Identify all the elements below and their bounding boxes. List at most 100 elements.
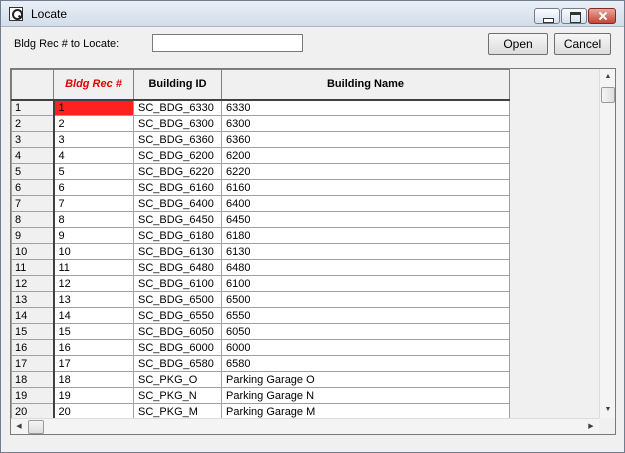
building-name-cell[interactable]: 6000 — [221, 339, 510, 356]
building-name-cell[interactable]: 6400 — [221, 195, 510, 212]
bldg-rec-cell[interactable]: 13 — [53, 291, 134, 308]
bldg-rec-cell[interactable]: 8 — [53, 211, 134, 228]
building-name-cell[interactable]: 6220 — [221, 163, 510, 180]
table-row[interactable]: 16 16 SC_BDG_6000 6000 — [11, 339, 510, 356]
table-row[interactable]: 4 4 SC_BDG_6200 6200 — [11, 147, 510, 164]
building-name-cell[interactable]: 6360 — [221, 131, 510, 148]
table-row[interactable]: 10 10 SC_BDG_6130 6130 — [11, 243, 510, 260]
bldg-rec-cell[interactable]: 1 — [53, 99, 134, 116]
building-name-cell[interactable]: 6330 — [221, 99, 510, 116]
row-number-cell[interactable]: 20 — [11, 403, 55, 418]
row-number-cell[interactable]: 6 — [11, 179, 55, 196]
bldg-rec-cell[interactable]: 6 — [53, 179, 134, 196]
building-id-cell[interactable]: SC_BDG_6550 — [133, 307, 222, 324]
bldg-rec-cell[interactable]: 14 — [53, 307, 134, 324]
building-id-cell[interactable]: SC_PKG_M — [133, 403, 222, 418]
row-number-cell[interactable]: 8 — [11, 211, 55, 228]
building-id-cell[interactable]: SC_BDG_6050 — [133, 323, 222, 340]
building-name-cell[interactable]: 6580 — [221, 355, 510, 372]
bldg-rec-cell[interactable]: 16 — [53, 339, 134, 356]
maximize-button[interactable] — [561, 8, 587, 24]
row-number-cell[interactable]: 19 — [11, 387, 55, 404]
bldg-rec-cell[interactable]: 19 — [53, 387, 134, 404]
title-bar[interactable]: Locate — [1, 1, 624, 27]
building-name-cell[interactable]: 6050 — [221, 323, 510, 340]
row-number-cell[interactable]: 15 — [11, 323, 55, 340]
building-name-cell[interactable]: Parking Garage O — [221, 371, 510, 388]
bldg-rec-cell[interactable]: 11 — [53, 259, 134, 276]
bldg-rec-cell[interactable]: 10 — [53, 243, 134, 260]
building-name-cell[interactable]: 6130 — [221, 243, 510, 260]
table-row[interactable]: 12 12 SC_BDG_6100 6100 — [11, 275, 510, 292]
row-number-cell[interactable]: 13 — [11, 291, 55, 308]
magnifier-app-icon[interactable] — [9, 7, 23, 21]
table-row[interactable]: 17 17 SC_BDG_6580 6580 — [11, 355, 510, 372]
row-number-cell[interactable]: 16 — [11, 339, 55, 356]
building-id-cell[interactable]: SC_PKG_O — [133, 371, 222, 388]
scroll-right-arrow-icon[interactable]: ▶ — [583, 419, 599, 435]
row-number-cell[interactable]: 7 — [11, 195, 55, 212]
row-number-cell[interactable]: 5 — [11, 163, 55, 180]
building-id-cell[interactable]: SC_BDG_6220 — [133, 163, 222, 180]
bldg-rec-cell[interactable]: 4 — [53, 147, 134, 164]
building-name-cell[interactable]: 6550 — [221, 307, 510, 324]
scroll-left-arrow-icon[interactable]: ◀ — [11, 419, 27, 435]
row-number-cell[interactable]: 9 — [11, 227, 55, 244]
table-row[interactable]: 9 9 SC_BDG_6180 6180 — [11, 227, 510, 244]
corner-header[interactable] — [11, 69, 54, 101]
locate-input[interactable] — [152, 34, 303, 52]
bldg-rec-cell[interactable]: 15 — [53, 323, 134, 340]
close-button[interactable] — [588, 8, 616, 24]
bldg-rec-cell[interactable]: 12 — [53, 275, 134, 292]
table-row[interactable]: 3 3 SC_BDG_6360 6360 — [11, 131, 510, 148]
scroll-down-arrow-icon[interactable]: ▼ — [600, 402, 616, 418]
row-number-cell[interactable]: 1 — [11, 99, 55, 116]
building-name-cell[interactable]: 6450 — [221, 211, 510, 228]
row-number-cell[interactable]: 2 — [11, 115, 55, 132]
bldg-rec-cell[interactable]: 20 — [53, 403, 134, 418]
column-header-building-name[interactable]: Building Name — [221, 69, 510, 101]
bldg-rec-cell[interactable]: 5 — [53, 163, 134, 180]
table-row[interactable]: 5 5 SC_BDG_6220 6220 — [11, 163, 510, 180]
row-number-cell[interactable]: 4 — [11, 147, 55, 164]
table-row[interactable]: 1 1 SC_BDG_6330 6330 — [11, 99, 510, 116]
building-name-cell[interactable]: 6500 — [221, 291, 510, 308]
table-row[interactable]: 13 13 SC_BDG_6500 6500 — [11, 291, 510, 308]
building-id-cell[interactable]: SC_BDG_6480 — [133, 259, 222, 276]
horizontal-scrollbar[interactable]: ◀ ▶ — [11, 418, 599, 434]
table-row[interactable]: 14 14 SC_BDG_6550 6550 — [11, 307, 510, 324]
building-name-cell[interactable]: 6100 — [221, 275, 510, 292]
building-id-cell[interactable]: SC_BDG_6130 — [133, 243, 222, 260]
table-row[interactable]: 18 18 SC_PKG_O Parking Garage O — [11, 371, 510, 388]
building-name-cell[interactable]: 6300 — [221, 115, 510, 132]
building-id-cell[interactable]: SC_PKG_N — [133, 387, 222, 404]
scroll-up-arrow-icon[interactable]: ▲ — [600, 69, 616, 85]
building-id-cell[interactable]: SC_BDG_6300 — [133, 115, 222, 132]
building-id-cell[interactable]: SC_BDG_6180 — [133, 227, 222, 244]
building-name-cell[interactable]: 6180 — [221, 227, 510, 244]
bldg-rec-cell[interactable]: 18 — [53, 371, 134, 388]
building-id-cell[interactable]: SC_BDG_6160 — [133, 179, 222, 196]
building-name-cell[interactable]: Parking Garage M — [221, 403, 510, 418]
building-id-cell[interactable]: SC_BDG_6450 — [133, 211, 222, 228]
vertical-scroll-thumb[interactable] — [601, 87, 615, 103]
table-row[interactable]: 2 2 SC_BDG_6300 6300 — [11, 115, 510, 132]
building-id-cell[interactable]: SC_BDG_6400 — [133, 195, 222, 212]
row-number-cell[interactable]: 18 — [11, 371, 55, 388]
bldg-rec-cell[interactable]: 17 — [53, 355, 134, 372]
building-id-cell[interactable]: SC_BDG_6100 — [133, 275, 222, 292]
bldg-rec-cell[interactable]: 7 — [53, 195, 134, 212]
bldg-rec-cell[interactable]: 9 — [53, 227, 134, 244]
table-row[interactable]: 6 6 SC_BDG_6160 6160 — [11, 179, 510, 196]
building-name-cell[interactable]: 6480 — [221, 259, 510, 276]
row-number-cell[interactable]: 11 — [11, 259, 55, 276]
building-id-cell[interactable]: SC_BDG_6200 — [133, 147, 222, 164]
column-header-building-id[interactable]: Building ID — [133, 69, 222, 101]
building-id-cell[interactable]: SC_BDG_6000 — [133, 339, 222, 356]
table-row[interactable]: 8 8 SC_BDG_6450 6450 — [11, 211, 510, 228]
row-number-cell[interactable]: 10 — [11, 243, 55, 260]
table-row[interactable]: 15 15 SC_BDG_6050 6050 — [11, 323, 510, 340]
building-name-cell[interactable]: 6160 — [221, 179, 510, 196]
horizontal-scroll-thumb[interactable] — [28, 420, 44, 434]
row-number-cell[interactable]: 3 — [11, 131, 55, 148]
